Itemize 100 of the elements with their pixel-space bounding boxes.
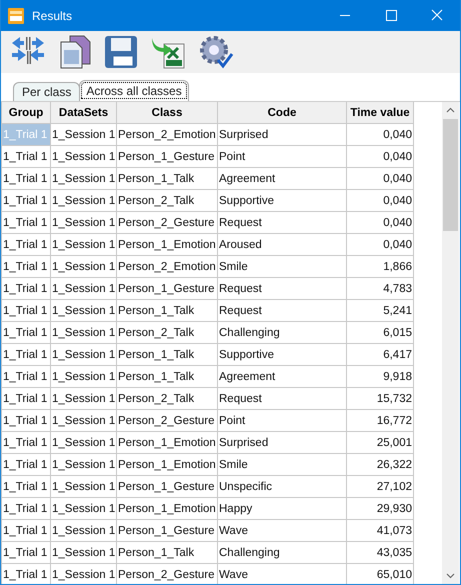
table-cell: 6,417 [346, 344, 414, 366]
table-cell: 27,102 [346, 476, 414, 498]
table-cell: 1_Session 1 [50, 432, 116, 454]
table-cell: 1_Session 1 [50, 542, 116, 564]
table-cell: 1_Session 1 [50, 344, 116, 366]
table-cell: 1_Trial 1 [2, 322, 50, 344]
table-cell: 0,040 [346, 212, 414, 234]
table-cell: 1_Session 1 [50, 520, 116, 542]
table-cell: 1_Trial 1 [2, 542, 50, 564]
vertical-scrollbar[interactable] [442, 102, 459, 584]
table-cell: 26,322 [346, 454, 414, 476]
table-cell: Person_2_Talk [116, 388, 218, 410]
table-cell: Request [218, 212, 346, 234]
copy-icon[interactable] [58, 34, 92, 70]
table-cell: 1_Session 1 [50, 256, 116, 278]
settings-icon[interactable] [198, 34, 234, 70]
table-cell: 25,001 [346, 432, 414, 454]
table-cell: Person_2_Talk [116, 322, 218, 344]
table-cell: Wave [218, 520, 346, 542]
table-cell: Person_1_Talk [116, 344, 218, 366]
table-cell: 1_Session 1 [50, 476, 116, 498]
table-cell: Challenging [218, 322, 346, 344]
table-cell: 1_Trial 1 [2, 476, 50, 498]
table-cell: 1_Trial 1 [2, 432, 50, 454]
table-cell: Person_1_Gesture [116, 146, 218, 168]
table-cell: Challenging [218, 542, 346, 564]
table-cell: Person_1_Talk [116, 168, 218, 190]
table-cell: 1_Trial 1 [2, 212, 50, 234]
table-cell: Person_2_Emotion [116, 256, 218, 278]
table-cell: 1_Session 1 [50, 212, 116, 234]
table-cell: 1_Trial 1 [2, 388, 50, 410]
table-cell: 1_Session 1 [50, 124, 116, 146]
table-cell: 1_Session 1 [50, 564, 116, 584]
table-cell: 16,772 [346, 410, 414, 432]
table-cell: Agreement [218, 366, 346, 388]
table-cell: 0,040 [346, 190, 414, 212]
table-cell: Supportive [218, 190, 346, 212]
column-header[interactable]: Class [116, 102, 218, 124]
table-cell: Happy [218, 498, 346, 520]
table-cell: Person_1_Emotion [116, 234, 218, 256]
table-cell: 1_Trial 1 [2, 564, 50, 584]
table-cell: 15,732 [346, 388, 414, 410]
table-cell: 1_Trial 1 [2, 168, 50, 190]
table-cell: 0,040 [346, 124, 414, 146]
table-cell: 1_Session 1 [50, 300, 116, 322]
table-cell: 1_Trial 1 [2, 278, 50, 300]
table-cell: 1,866 [346, 256, 414, 278]
tab[interactable]: Per class [13, 82, 80, 101]
table-cell: Person_1_Emotion [116, 454, 218, 476]
table-cell: Smile [218, 256, 346, 278]
table-cell: 0,040 [346, 168, 414, 190]
table-cell: 1_Trial 1 [2, 520, 50, 542]
table-cell: Point [218, 146, 346, 168]
table-cell: 1_Session 1 [50, 168, 116, 190]
table-cell: Request [218, 388, 346, 410]
table-cell: Agreement [218, 168, 346, 190]
table-cell: Wave [218, 564, 346, 584]
column-header[interactable]: DataSets [50, 102, 116, 124]
table-cell: Smile [218, 454, 346, 476]
column-header[interactable]: Code [218, 102, 346, 124]
column-header[interactable]: Group [2, 102, 50, 124]
table-cell: 1_Trial 1 [2, 234, 50, 256]
table-cell: 1_Session 1 [50, 454, 116, 476]
table-cell: Surprised [218, 124, 346, 146]
table-cell: 1_Session 1 [50, 190, 116, 212]
table-cell: Aroused [218, 234, 346, 256]
table-cell: Supportive [218, 344, 346, 366]
table-cell: Surprised [218, 432, 346, 454]
table-cell: 0,040 [346, 234, 414, 256]
table-cell: Person_1_Talk [116, 300, 218, 322]
table-cell: Point [218, 410, 346, 432]
table-cell: 1_Trial 1 [2, 344, 50, 366]
table-cell: 1_Session 1 [50, 146, 116, 168]
table-cell: 1_Trial 1 [2, 256, 50, 278]
save-icon[interactable] [104, 35, 138, 69]
table-cell: 41,073 [346, 520, 414, 542]
table-cell: 1_Trial 1 [2, 146, 50, 168]
table-cell: Person_2_Gesture [116, 410, 218, 432]
table-cell: 0,040 [346, 146, 414, 168]
table-cell: 4,783 [346, 278, 414, 300]
table-cell: Person_2_Talk [116, 190, 218, 212]
tab[interactable]: Across all classes [79, 80, 189, 101]
table-cell: 1_Session 1 [50, 366, 116, 388]
table-cell: Person_1_Gesture [116, 278, 218, 300]
table-cell: 1_Session 1 [50, 388, 116, 410]
table-cell: 5,241 [346, 300, 414, 322]
table-cell: Person_2_Gesture [116, 564, 218, 584]
table-cell: Request [218, 278, 346, 300]
table-cell: Person_1_Talk [116, 542, 218, 564]
table-cell: 29,930 [346, 498, 414, 520]
table-cell: 1_Trial 1 [2, 454, 50, 476]
scrollbar-thumb[interactable] [443, 119, 458, 231]
table-cell: 1_Session 1 [50, 278, 116, 300]
table-cell: 9,918 [346, 366, 414, 388]
table-cell: Person_1_Gesture [116, 520, 218, 542]
column-header[interactable]: Time value [346, 102, 414, 124]
table-cell: 1_Trial 1 [2, 190, 50, 212]
table-cell: 1_Session 1 [50, 498, 116, 520]
table-cell: 1_Session 1 [50, 234, 116, 256]
table-cell: 1_Trial 1 [2, 366, 50, 388]
